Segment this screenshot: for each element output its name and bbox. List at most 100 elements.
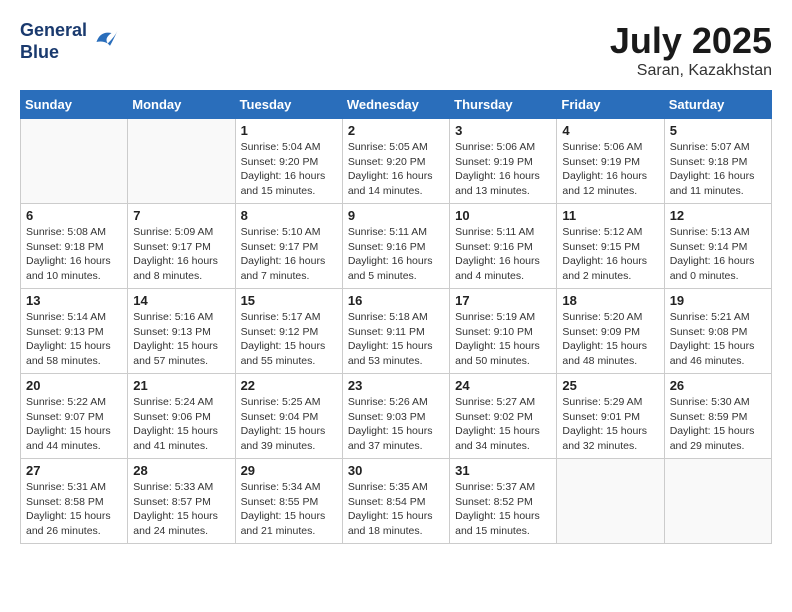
day-info: Sunrise: 5:34 AM Sunset: 8:55 PM Dayligh… — [241, 480, 337, 539]
calendar-cell: 28 Sunrise: 5:33 AM Sunset: 8:57 PM Dayli… — [128, 459, 235, 544]
calendar-cell: 16 Sunrise: 5:18 AM Sunset: 9:11 PM Dayli… — [342, 289, 449, 374]
day-info: Sunrise: 5:19 AM Sunset: 9:10 PM Dayligh… — [455, 310, 551, 369]
day-info: Sunrise: 5:07 AM Sunset: 9:18 PM Dayligh… — [670, 140, 766, 199]
logo-text: GeneralBlue — [20, 20, 87, 63]
day-info: Sunrise: 5:20 AM Sunset: 9:09 PM Dayligh… — [562, 310, 658, 369]
weekday-header-tuesday: Tuesday — [235, 91, 342, 119]
calendar-cell: 5 Sunrise: 5:07 AM Sunset: 9:18 PM Daylig… — [664, 119, 771, 204]
day-number: 22 — [241, 378, 337, 393]
day-number: 16 — [348, 293, 444, 308]
day-number: 19 — [670, 293, 766, 308]
day-info: Sunrise: 5:33 AM Sunset: 8:57 PM Dayligh… — [133, 480, 229, 539]
day-info: Sunrise: 5:29 AM Sunset: 9:01 PM Dayligh… — [562, 395, 658, 454]
day-number: 5 — [670, 123, 766, 138]
calendar-cell: 15Sunrise: 5:17 AM Sunset: 9:12 PM Dayli… — [235, 289, 342, 374]
calendar-cell: 1 Sunrise: 5:04 AM Sunset: 9:20 PM Daylig… — [235, 119, 342, 204]
day-info: Sunrise: 5:06 AM Sunset: 9:19 PM Dayligh… — [562, 140, 658, 199]
calendar-cell: 10Sunrise: 5:11 AM Sunset: 9:16 PM Dayli… — [450, 204, 557, 289]
day-info: Sunrise: 5:05 AM Sunset: 9:20 PM Dayligh… — [348, 140, 444, 199]
calendar-cell — [128, 119, 235, 204]
day-info: Sunrise: 5:17 AM Sunset: 9:12 PM Dayligh… — [241, 310, 337, 369]
calendar-cell: 26 Sunrise: 5:30 AM Sunset: 8:59 PM Dayli… — [664, 374, 771, 459]
calendar-cell: 24Sunrise: 5:27 AM Sunset: 9:02 PM Dayli… — [450, 374, 557, 459]
weekday-header-saturday: Saturday — [664, 91, 771, 119]
day-info: Sunrise: 5:11 AM Sunset: 9:16 PM Dayligh… — [455, 225, 551, 284]
day-info: Sunrise: 5:10 AM Sunset: 9:17 PM Dayligh… — [241, 225, 337, 284]
day-info: Sunrise: 5:31 AM Sunset: 8:58 PM Dayligh… — [26, 480, 122, 539]
day-info: Sunrise: 5:24 AM Sunset: 9:06 PM Dayligh… — [133, 395, 229, 454]
day-number: 3 — [455, 123, 551, 138]
calendar-cell: 7Sunrise: 5:09 AM Sunset: 9:17 PM Daylig… — [128, 204, 235, 289]
month-year-title: July 2025 — [610, 20, 772, 62]
logo: GeneralBlue — [20, 20, 119, 63]
day-info: Sunrise: 5:21 AM Sunset: 9:08 PM Dayligh… — [670, 310, 766, 369]
day-info: Sunrise: 5:35 AM Sunset: 8:54 PM Dayligh… — [348, 480, 444, 539]
day-info: Sunrise: 5:14 AM Sunset: 9:13 PM Dayligh… — [26, 310, 122, 369]
calendar-cell: 8 Sunrise: 5:10 AM Sunset: 9:17 PM Daylig… — [235, 204, 342, 289]
day-number: 23 — [348, 378, 444, 393]
day-number: 6 — [26, 208, 122, 223]
day-number: 4 — [562, 123, 658, 138]
calendar-cell — [557, 459, 664, 544]
day-number: 26 — [670, 378, 766, 393]
day-number: 7 — [133, 208, 229, 223]
calendar-cell: 22 Sunrise: 5:25 AM Sunset: 9:04 PM Dayli… — [235, 374, 342, 459]
day-number: 9 — [348, 208, 444, 223]
day-number: 11 — [562, 208, 658, 223]
calendar-cell: 19 Sunrise: 5:21 AM Sunset: 9:08 PM Dayli… — [664, 289, 771, 374]
day-number: 8 — [241, 208, 337, 223]
calendar-cell — [664, 459, 771, 544]
day-info: Sunrise: 5:16 AM Sunset: 9:13 PM Dayligh… — [133, 310, 229, 369]
location-subtitle: Saran, Kazakhstan — [610, 62, 772, 80]
day-number: 2 — [348, 123, 444, 138]
day-number: 21 — [133, 378, 229, 393]
day-info: Sunrise: 5:27 AM Sunset: 9:02 PM Dayligh… — [455, 395, 551, 454]
week-row-2: 6 Sunrise: 5:08 AM Sunset: 9:18 PM Daylig… — [21, 204, 772, 289]
calendar-cell: 25Sunrise: 5:29 AM Sunset: 9:01 PM Dayli… — [557, 374, 664, 459]
week-row-5: 27Sunrise: 5:31 AM Sunset: 8:58 PM Dayli… — [21, 459, 772, 544]
day-number: 30 — [348, 463, 444, 478]
calendar-cell: 14 Sunrise: 5:16 AM Sunset: 9:13 PM Dayli… — [128, 289, 235, 374]
title-block: July 2025 Saran, Kazakhstan — [610, 20, 772, 80]
day-info: Sunrise: 5:12 AM Sunset: 9:15 PM Dayligh… — [562, 225, 658, 284]
day-number: 14 — [133, 293, 229, 308]
day-info: Sunrise: 5:06 AM Sunset: 9:19 PM Dayligh… — [455, 140, 551, 199]
logo-bird-icon — [89, 27, 119, 57]
weekday-header-monday: Monday — [128, 91, 235, 119]
calendar-cell: 12 Sunrise: 5:13 AM Sunset: 9:14 PM Dayli… — [664, 204, 771, 289]
day-info: Sunrise: 5:04 AM Sunset: 9:20 PM Dayligh… — [241, 140, 337, 199]
day-info: Sunrise: 5:30 AM Sunset: 8:59 PM Dayligh… — [670, 395, 766, 454]
week-row-1: 1 Sunrise: 5:04 AM Sunset: 9:20 PM Daylig… — [21, 119, 772, 204]
day-info: Sunrise: 5:13 AM Sunset: 9:14 PM Dayligh… — [670, 225, 766, 284]
day-number: 12 — [670, 208, 766, 223]
weekday-header-row: SundayMondayTuesdayWednesdayThursdayFrid… — [21, 91, 772, 119]
calendar-cell — [21, 119, 128, 204]
day-info: Sunrise: 5:26 AM Sunset: 9:03 PM Dayligh… — [348, 395, 444, 454]
weekday-header-sunday: Sunday — [21, 91, 128, 119]
calendar-cell: 6 Sunrise: 5:08 AM Sunset: 9:18 PM Daylig… — [21, 204, 128, 289]
calendar-cell: 20 Sunrise: 5:22 AM Sunset: 9:07 PM Dayli… — [21, 374, 128, 459]
calendar-cell: 30 Sunrise: 5:35 AM Sunset: 8:54 PM Dayli… — [342, 459, 449, 544]
week-row-4: 20 Sunrise: 5:22 AM Sunset: 9:07 PM Dayli… — [21, 374, 772, 459]
day-info: Sunrise: 5:25 AM Sunset: 9:04 PM Dayligh… — [241, 395, 337, 454]
day-info: Sunrise: 5:08 AM Sunset: 9:18 PM Dayligh… — [26, 225, 122, 284]
calendar-cell: 9Sunrise: 5:11 AM Sunset: 9:16 PM Daylig… — [342, 204, 449, 289]
day-number: 20 — [26, 378, 122, 393]
calendar-cell: 18 Sunrise: 5:20 AM Sunset: 9:09 PM Dayli… — [557, 289, 664, 374]
day-number: 31 — [455, 463, 551, 478]
day-info: Sunrise: 5:22 AM Sunset: 9:07 PM Dayligh… — [26, 395, 122, 454]
weekday-header-thursday: Thursday — [450, 91, 557, 119]
calendar-cell: 11 Sunrise: 5:12 AM Sunset: 9:15 PM Dayli… — [557, 204, 664, 289]
day-info: Sunrise: 5:18 AM Sunset: 9:11 PM Dayligh… — [348, 310, 444, 369]
day-number: 18 — [562, 293, 658, 308]
weekday-header-friday: Friday — [557, 91, 664, 119]
calendar-cell: 27Sunrise: 5:31 AM Sunset: 8:58 PM Dayli… — [21, 459, 128, 544]
calendar-cell: 2 Sunrise: 5:05 AM Sunset: 9:20 PM Daylig… — [342, 119, 449, 204]
calendar-cell: 17Sunrise: 5:19 AM Sunset: 9:10 PM Dayli… — [450, 289, 557, 374]
day-number: 13 — [26, 293, 122, 308]
calendar-cell: 13 Sunrise: 5:14 AM Sunset: 9:13 PM Dayli… — [21, 289, 128, 374]
day-number: 28 — [133, 463, 229, 478]
day-number: 1 — [241, 123, 337, 138]
calendar-table: SundayMondayTuesdayWednesdayThursdayFrid… — [20, 90, 772, 544]
week-row-3: 13 Sunrise: 5:14 AM Sunset: 9:13 PM Dayli… — [21, 289, 772, 374]
